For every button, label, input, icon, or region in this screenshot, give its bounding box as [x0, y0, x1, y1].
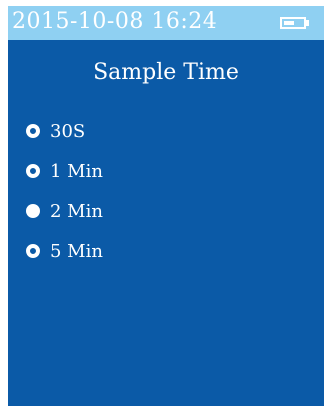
radio-icon[interactable] — [26, 204, 40, 218]
option-label: 2 Min — [50, 200, 103, 222]
option-label: 1 Min — [50, 160, 103, 182]
datetime-display: 2015-10-08 16:24 — [12, 9, 218, 34]
option-label: 5 Min — [50, 240, 103, 262]
option-5-min[interactable]: 5 Min — [26, 239, 103, 263]
option-30s[interactable]: 30S — [26, 119, 85, 143]
battery-tip — [306, 20, 309, 26]
status-bar: 2015-10-08 16:24 — [8, 6, 324, 40]
page-title: Sample Time — [93, 60, 239, 85]
radio-icon[interactable] — [26, 164, 40, 178]
device-screen: 2015-10-08 16:24 Sample Time 30S 1 Min 2… — [8, 6, 324, 406]
battery-icon — [280, 17, 306, 29]
radio-icon[interactable] — [26, 124, 40, 138]
option-label: 30S — [50, 120, 86, 142]
option-2-min[interactable]: 2 Min — [26, 199, 103, 223]
battery-level-fill — [284, 21, 294, 25]
option-1-min[interactable]: 1 Min — [26, 159, 103, 183]
radio-icon[interactable] — [26, 244, 40, 258]
